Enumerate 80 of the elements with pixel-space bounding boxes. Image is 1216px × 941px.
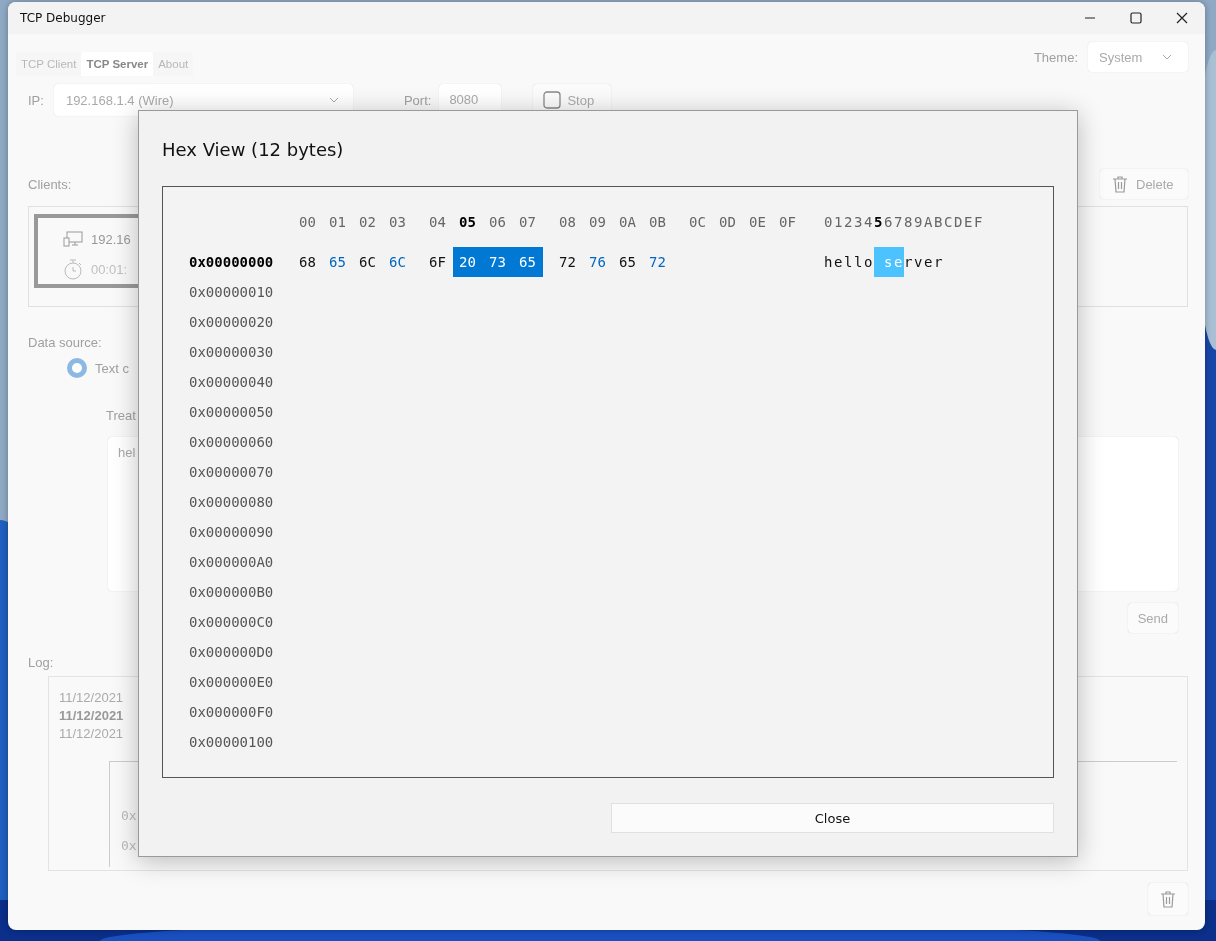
- row-offset: 0x00000050: [189, 404, 275, 420]
- hex-offset: 0x: [121, 838, 137, 855]
- chevron-down-icon: [1162, 54, 1172, 60]
- log-entry: 11/12/2021: [59, 707, 124, 725]
- byte-value[interactable]: 73: [483, 247, 513, 277]
- row-offset: 0x00000020: [189, 314, 275, 330]
- byte-value[interactable]: 20: [453, 247, 483, 277]
- column-header: 09: [588, 213, 607, 232]
- byte-value[interactable]: 68: [293, 247, 323, 277]
- row-offset: 0x00000060: [189, 434, 275, 450]
- column-header: 0F: [778, 213, 797, 232]
- column-header: 08: [558, 213, 577, 232]
- maximize-icon: [1130, 12, 1142, 24]
- column-header: 00: [298, 213, 317, 232]
- column-header: 02: [358, 213, 377, 232]
- theme-label: Theme:: [1033, 49, 1078, 65]
- column-header: 03: [388, 213, 407, 232]
- row-offset: 0x00000010: [189, 284, 275, 300]
- stop-icon: [543, 91, 562, 109]
- option-label: Treat: [106, 408, 136, 423]
- column-header: 01: [328, 213, 347, 232]
- row-offset: 0x00000040: [189, 374, 275, 390]
- log-entry: 11/12/2021: [59, 689, 124, 707]
- clear-log-button[interactable]: [1148, 883, 1188, 915]
- byte-value[interactable]: 76: [583, 247, 613, 277]
- radio-button[interactable]: [67, 358, 87, 378]
- byte-value[interactable]: 6F: [423, 247, 453, 277]
- row-offset: 0x00000030: [189, 344, 275, 360]
- row-offset: 0x00000000: [189, 254, 275, 270]
- window-title: TCP Debugger: [20, 11, 106, 25]
- byte-value[interactable]: 72: [553, 247, 583, 277]
- row-offset: 0x000000B0: [189, 584, 275, 600]
- column-header: 0B: [648, 213, 667, 232]
- row-offset: 0x00000100: [189, 734, 275, 750]
- column-header: 05: [458, 213, 477, 232]
- row-offset: 0x000000D0: [189, 644, 275, 660]
- delete-button[interactable]: Delete: [1100, 169, 1188, 199]
- row-offset: 0x000000A0: [189, 554, 275, 570]
- close-icon: [1176, 12, 1188, 24]
- dialog-title: Hex View (12 bytes): [162, 139, 345, 161]
- chevron-down-icon: [328, 97, 339, 103]
- ip-label: IP:: [28, 92, 44, 108]
- radio-label[interactable]: Text c: [95, 360, 129, 376]
- column-header: 0E: [748, 213, 767, 232]
- row-offset: 0x00000090: [189, 524, 275, 540]
- tab[interactable]: TCP Server: [81, 52, 154, 76]
- row-offset: 0x00000070: [189, 464, 275, 480]
- trash-icon: [1110, 174, 1130, 194]
- byte-value[interactable]: 6C: [353, 247, 383, 277]
- column-header: 06: [488, 213, 507, 232]
- byte-value[interactable]: 65: [613, 247, 643, 277]
- close-button[interactable]: Close: [611, 803, 1054, 833]
- row-offset: 0x000000C0: [189, 614, 275, 630]
- byte-value[interactable]: 6C: [383, 247, 413, 277]
- row-offset: 0x000000F0: [189, 704, 275, 720]
- send-button[interactable]: Send: [1127, 603, 1178, 633]
- ascii-header: 0 1 2 34 5 6 7 8 9A B C D E F: [824, 214, 984, 230]
- log-label: Log:: [28, 655, 55, 670]
- column-header: 0D: [718, 213, 737, 232]
- column-header: 07: [518, 213, 537, 232]
- trash-icon: [1158, 889, 1178, 909]
- data-source-label: Data source:: [28, 335, 103, 350]
- client-address: 192.16: [91, 231, 131, 247]
- stopwatch-icon: [63, 258, 83, 280]
- ascii-text: h e l l o s e r v e r: [824, 247, 944, 277]
- clients-label: Clients:: [28, 176, 72, 192]
- row-offset: 0x00000080: [189, 494, 275, 510]
- column-header: 04: [428, 213, 447, 232]
- column-header: 0A: [618, 213, 637, 232]
- hex-offset: 0x: [121, 808, 137, 825]
- row-offset: 0x000000E0: [189, 674, 275, 690]
- monitor-icon: [63, 231, 83, 247]
- theme-dropdown[interactable]: System: [1088, 42, 1188, 72]
- port-label: Port:: [403, 92, 432, 108]
- client-duration: 00:01:: [91, 261, 128, 277]
- log-entry: 11/12/2021: [59, 725, 124, 743]
- byte-value[interactable]: 72: [643, 247, 673, 277]
- column-header: 0C: [688, 213, 707, 232]
- byte-value[interactable]: 65: [323, 247, 353, 277]
- byte-value[interactable]: 65: [513, 247, 543, 277]
